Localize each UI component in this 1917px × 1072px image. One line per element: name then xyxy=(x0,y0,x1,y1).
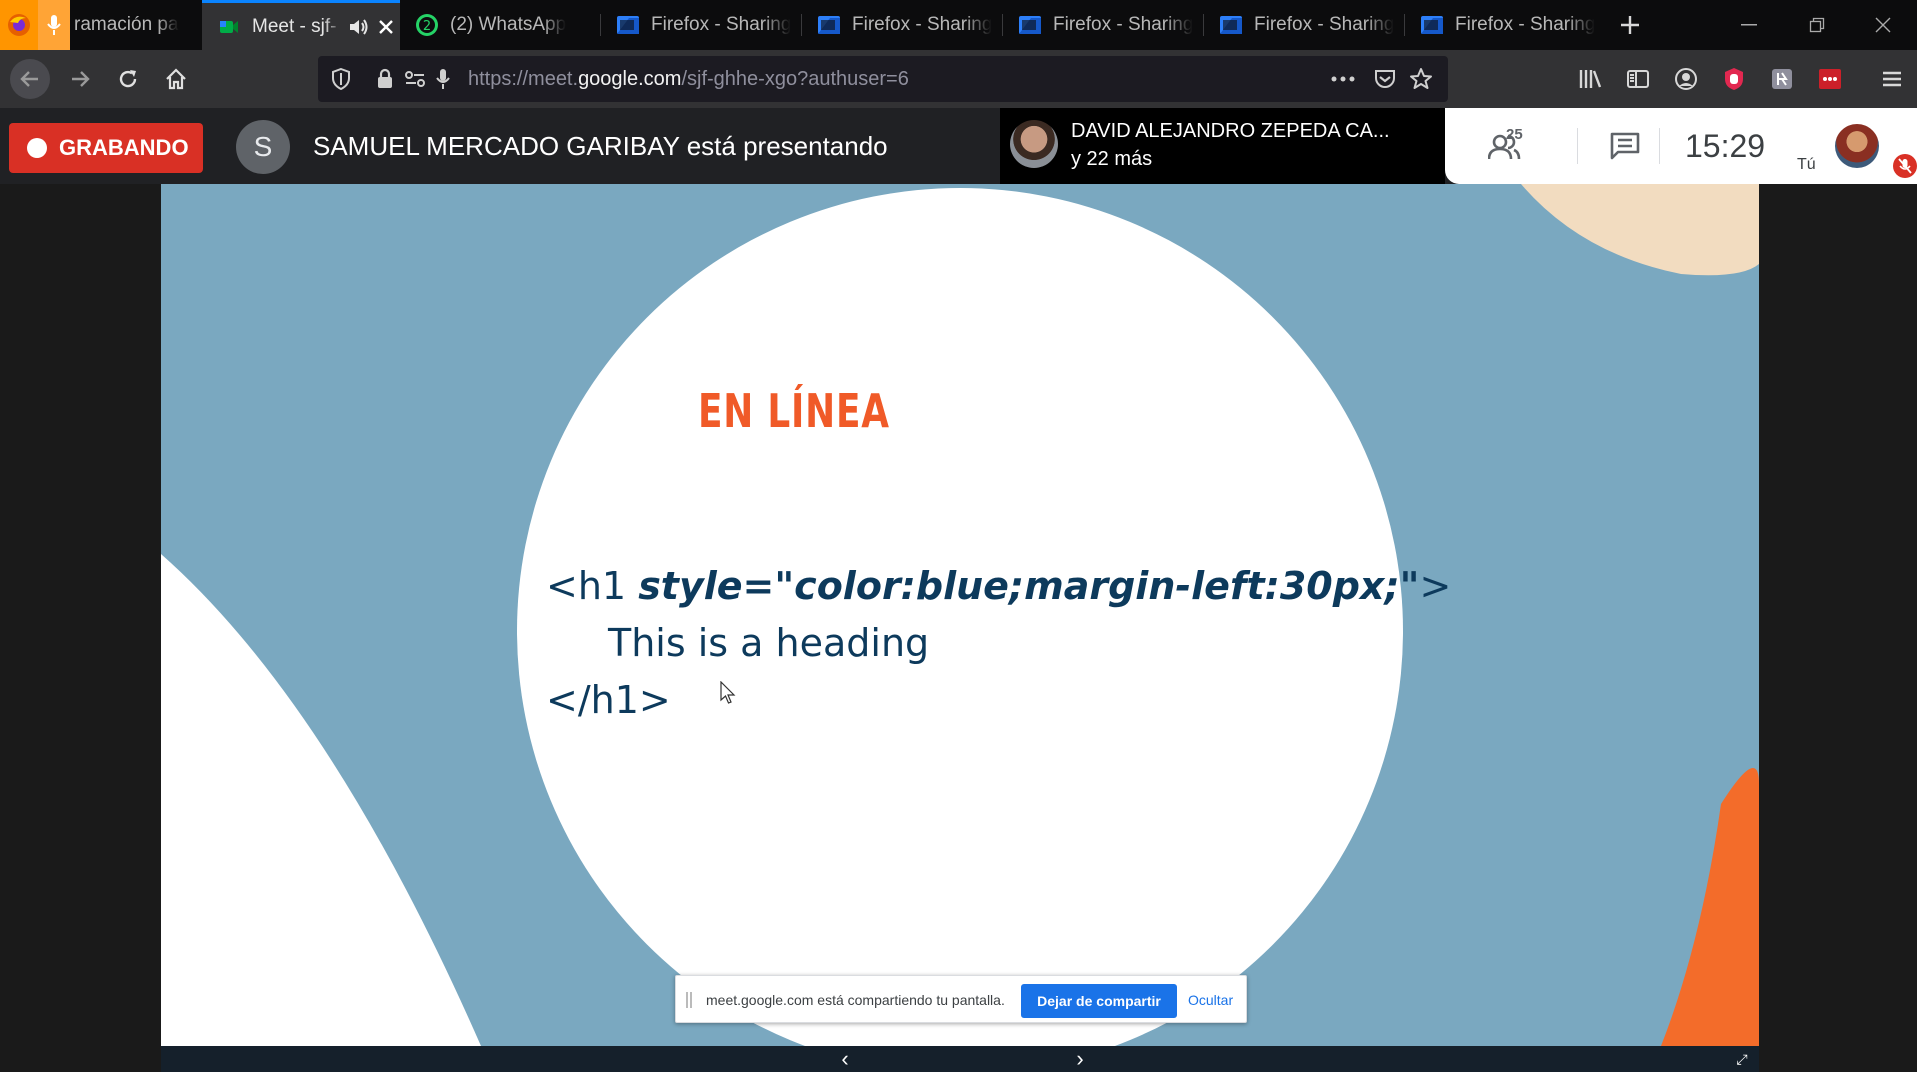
permissions-icon[interactable] xyxy=(400,64,430,94)
svg-text:2: 2 xyxy=(423,19,431,34)
microphone-sharing-indicator[interactable] xyxy=(38,0,70,50)
code-line-open-tag: <h1 style="color:blue;margin-left:30px;"… xyxy=(546,564,1451,608)
lastpass-extension-icon[interactable] xyxy=(1810,59,1850,99)
tab-strip: ramación pa Meet - sjf- 2 (2) WhatsApp F… xyxy=(0,0,1917,50)
sharing-window-icon xyxy=(1017,12,1043,38)
drag-handle-icon[interactable] xyxy=(686,992,692,1008)
bookmark-star-icon[interactable] xyxy=(1406,64,1436,94)
code-style-attribute: style="color:blue;margin-left:30px;" xyxy=(638,564,1420,608)
microphone-icon[interactable] xyxy=(428,64,458,94)
sharing-window-icon xyxy=(615,12,641,38)
slide-navigation-bar: ‹ › ⤢ xyxy=(161,1046,1759,1072)
minimize-window-icon[interactable] xyxy=(1715,0,1783,50)
recording-label: GRABANDO xyxy=(59,135,189,160)
participants-preview[interactable]: DAVID ALEJANDRO ZEPEDA CA... y 22 más xyxy=(1000,108,1445,184)
sharing-message: meet.google.com está compartiendo tu pan… xyxy=(706,992,1005,1008)
tab-label: (2) WhatsApp xyxy=(450,14,567,35)
participant-avatar xyxy=(1010,120,1058,168)
slide-circle xyxy=(517,188,1403,1046)
recording-dot-icon xyxy=(27,138,47,158)
tab-programacion[interactable]: ramación pa xyxy=(70,0,200,50)
account-icon[interactable] xyxy=(1666,59,1706,99)
participant-more-count: y 22 más xyxy=(1071,148,1153,170)
tab-meet[interactable]: Meet - sjf- xyxy=(202,0,400,50)
tab-whatsapp[interactable]: 2 (2) WhatsApp xyxy=(400,0,598,50)
people-count: 25 xyxy=(1506,126,1523,143)
presenter-status: SAMUEL MERCADO GARIBAY está presentando xyxy=(313,131,888,161)
chat-icon xyxy=(1610,132,1640,160)
back-button[interactable] xyxy=(10,59,50,99)
presentation-stage: EN LÍNEA <h1 style="color:blue;margin-le… xyxy=(0,184,1917,1072)
url-text[interactable]: https://meet.google.com/sjf-ghhe-xgo?aut… xyxy=(468,56,909,102)
tab-label: ramación pa xyxy=(74,14,179,35)
speaker-icon[interactable] xyxy=(348,17,370,37)
close-window-icon[interactable] xyxy=(1849,0,1917,50)
meet-icon xyxy=(216,14,242,40)
code-close-bracket: > xyxy=(1419,564,1452,608)
presenter-avatar: S xyxy=(236,120,290,174)
lock-icon[interactable] xyxy=(370,64,400,94)
presentation-slide: EN LÍNEA <h1 style="color:blue;margin-le… xyxy=(161,184,1759,1046)
pocket-icon[interactable] xyxy=(1370,64,1400,94)
tab-firefox-sharing-1[interactable]: Firefox - Sharing xyxy=(601,0,801,50)
tracking-protection-shield-icon[interactable] xyxy=(326,64,356,94)
url-path: /sjf-ghhe-xgo?authuser=6 xyxy=(681,68,909,90)
tab-firefox-sharing-5[interactable]: Firefox - Sharing xyxy=(1405,0,1605,50)
fullscreen-icon[interactable]: ⤢ xyxy=(1727,1046,1757,1072)
navigation-toolbar: https://meet.google.com/sjf-ghhe-xgo?aut… xyxy=(0,50,1917,108)
sharing-window-icon xyxy=(1218,12,1244,38)
sidebar-icon[interactable] xyxy=(1618,59,1658,99)
reload-button[interactable] xyxy=(108,59,148,99)
meeting-clock: 15:29 xyxy=(1685,128,1766,164)
firefox-menu-icon[interactable] xyxy=(0,0,38,50)
divider xyxy=(1659,128,1660,164)
blocker-extension-icon[interactable] xyxy=(1714,59,1754,99)
meet-controls-panel: 25 15:29 Tú xyxy=(1445,108,1917,184)
close-tab-icon[interactable] xyxy=(378,19,394,35)
code-line-end-tag: </h1> xyxy=(546,678,671,722)
tab-firefox-sharing-4[interactable]: Firefox - Sharing xyxy=(1204,0,1404,50)
slide-title: EN LÍNEA xyxy=(698,384,890,438)
divider xyxy=(1577,128,1578,164)
code-open-tag: <h1 xyxy=(546,564,639,608)
code-line-content: This is a heading xyxy=(608,621,930,665)
tab-label: Firefox - Sharing xyxy=(852,14,993,35)
url-domain: google.com xyxy=(578,68,682,90)
page-actions-menu-icon[interactable] xyxy=(1328,64,1358,94)
chat-button[interactable] xyxy=(1585,108,1665,184)
tab-label: Firefox - Sharing xyxy=(1455,14,1596,35)
screen-sharing-notification: meet.google.com está compartiendo tu pan… xyxy=(675,975,1247,1023)
sharing-window-icon xyxy=(1419,12,1445,38)
home-button[interactable] xyxy=(156,59,196,99)
previous-slide-icon[interactable]: ‹ xyxy=(830,1046,860,1072)
hide-sharing-bar-link[interactable]: Ocultar xyxy=(1188,976,1233,1024)
meet-top-bar: GRABANDO S SAMUEL MERCADO GARIBAY está p… xyxy=(0,108,1917,184)
recording-button[interactable]: GRABANDO xyxy=(9,123,203,173)
participant-name: DAVID ALEJANDRO ZEPEDA CA... xyxy=(1071,120,1390,142)
hamburger-menu-icon[interactable] xyxy=(1872,59,1912,99)
tab-label: Firefox - Sharing xyxy=(1254,14,1395,35)
sharing-window-icon xyxy=(816,12,842,38)
tab-firefox-sharing-3[interactable]: Firefox - Sharing xyxy=(1003,0,1203,50)
url-prefix: https://meet. xyxy=(468,68,579,90)
restore-window-icon[interactable] xyxy=(1783,0,1851,50)
stop-sharing-button[interactable]: Dejar de compartir xyxy=(1021,984,1177,1018)
address-bar[interactable]: https://meet.google.com/sjf-ghhe-xgo?aut… xyxy=(318,56,1448,102)
self-video-avatar[interactable] xyxy=(1835,124,1879,168)
tab-label: Firefox - Sharing xyxy=(651,14,792,35)
self-label: Tú xyxy=(1797,156,1816,173)
mouse-pointer-icon xyxy=(720,681,736,704)
whatsapp-icon: 2 xyxy=(414,12,440,38)
tab-label: Firefox - Sharing xyxy=(1053,14,1194,35)
forward-button[interactable] xyxy=(60,59,100,99)
tab-label: Meet - sjf- xyxy=(252,15,337,37)
library-icon[interactable] xyxy=(1570,59,1610,99)
next-slide-icon[interactable]: › xyxy=(1065,1046,1095,1072)
tab-firefox-sharing-2[interactable]: Firefox - Sharing xyxy=(802,0,1002,50)
mic-off-icon xyxy=(1893,154,1917,178)
new-tab-icon[interactable] xyxy=(1610,5,1650,45)
people-button[interactable] xyxy=(1465,108,1545,184)
extension-icon[interactable] xyxy=(1762,59,1802,99)
